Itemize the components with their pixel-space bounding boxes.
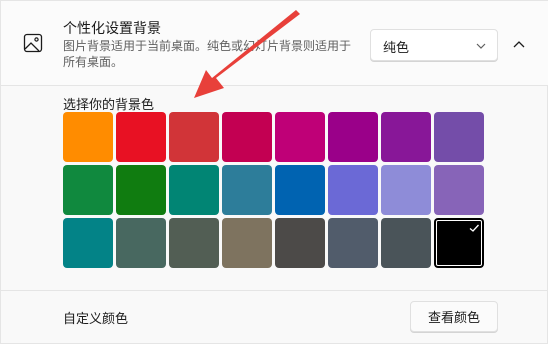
color-swatch[interactable] (169, 218, 219, 268)
color-swatch[interactable] (381, 165, 431, 215)
color-swatch[interactable] (116, 218, 166, 268)
color-swatch[interactable] (63, 165, 113, 215)
background-settings-panel: 个性化设置背景 图片背景适用于当前桌面。纯色或幻灯片背景则适用于所有桌面。 纯色… (0, 0, 548, 344)
color-swatch[interactable] (169, 165, 219, 215)
color-swatch[interactable] (434, 112, 484, 162)
color-swatch[interactable] (328, 165, 378, 215)
custom-color-label: 自定义颜色 (63, 312, 129, 327)
background-type-value: 纯色 (383, 41, 410, 56)
color-swatch[interactable] (275, 112, 325, 162)
page-title: 个性化设置背景 (63, 21, 161, 37)
background-settings-header[interactable]: 个性化设置背景 图片背景适用于当前桌面。纯色或幻灯片背景则适用于所有桌面。 纯色 (1, 1, 548, 86)
background-description: 图片背景适用于当前桌面。纯色或幻灯片背景则适用于所有桌面。 (63, 39, 352, 69)
view-colors-button[interactable]: 查看颜色 (410, 301, 498, 332)
color-swatch-grid (63, 112, 484, 268)
color-swatch[interactable] (169, 112, 219, 162)
color-swatch[interactable] (275, 165, 325, 215)
background-color-label: 选择你的背景色 (63, 98, 155, 113)
divider (1, 290, 548, 291)
checkmark-icon (469, 224, 479, 232)
color-swatch-selected[interactable] (434, 218, 484, 268)
picture-icon (23, 33, 43, 53)
chevron-up-icon[interactable] (507, 33, 531, 57)
color-swatch[interactable] (116, 165, 166, 215)
color-swatch[interactable] (328, 112, 378, 162)
color-swatch[interactable] (222, 112, 272, 162)
color-swatch[interactable] (63, 112, 113, 162)
color-swatch[interactable] (222, 218, 272, 268)
color-swatch[interactable] (381, 112, 431, 162)
background-type-select[interactable]: 纯色 (370, 29, 498, 61)
color-swatch[interactable] (63, 218, 113, 268)
chevron-down-icon (476, 43, 486, 49)
color-swatch[interactable] (381, 218, 431, 268)
color-swatch[interactable] (328, 218, 378, 268)
color-swatch[interactable] (275, 218, 325, 268)
color-swatch[interactable] (434, 165, 484, 215)
color-swatch[interactable] (222, 165, 272, 215)
color-swatch[interactable] (116, 112, 166, 162)
